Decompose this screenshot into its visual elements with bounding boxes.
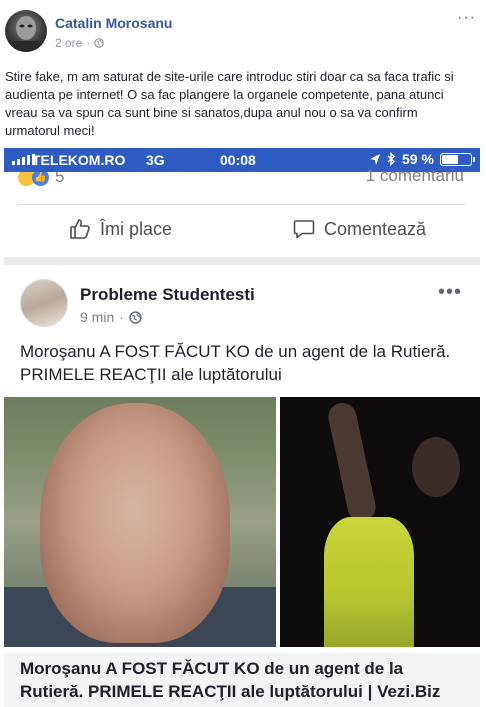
photo-face [40, 403, 230, 643]
battery-level [441, 154, 458, 164]
globe-icon [129, 310, 142, 324]
bluetooth-icon [387, 152, 396, 166]
post-header: Catalin Morosanu 2 ore · ··· [0, 0, 486, 60]
battery-icon [439, 152, 475, 166]
page-post-options-button[interactable]: ••• [438, 281, 462, 304]
shared-screenshot[interactable]: TELEKOM.RO 3G 00:08 59 % 👍 5 1 comentari… [4, 148, 480, 707]
status-time: 00:08 [220, 152, 256, 168]
battery-percent: 59 % [402, 151, 434, 167]
post-meta: 2 ore · [55, 36, 105, 50]
shared-post-card: Probleme Studentesti 9 min · ••• Moroşan… [4, 265, 480, 707]
post-options-button[interactable]: ··· [457, 9, 476, 27]
comment-count[interactable]: 1 comentariu [366, 166, 464, 186]
thumbs-up-icon [70, 219, 90, 239]
page-post-meta: 9 min · [80, 309, 142, 325]
page-avatar[interactable] [20, 279, 68, 327]
reaction-count: 5 [55, 172, 65, 186]
like-button[interactable]: Îmi place [68, 214, 172, 244]
post-caption: Stire fake, m am saturat de site-urile c… [5, 69, 454, 138]
article-photo[interactable] [4, 397, 480, 647]
status-right: 59 % [369, 151, 475, 167]
comment-bubble-icon [293, 220, 315, 239]
comment-label: Comentează [324, 218, 427, 239]
location-arrow-icon [370, 153, 380, 165]
page-post-time[interactable]: 9 min [80, 309, 114, 325]
page-name[interactable]: Probleme Studentesti [80, 285, 255, 305]
link-title[interactable]: Moroşanu A FOST FĂCUT KO de un agent de … [20, 657, 470, 703]
author-avatar[interactable] [5, 10, 47, 52]
post-time[interactable]: 2 ore [55, 36, 82, 50]
link-preview[interactable]: Moroşanu A FOST FĂCUT KO de un agent de … [4, 653, 480, 707]
shared-post-text: Moroşanu A FOST FĂCUT KO de un agent de … [20, 342, 451, 384]
meta-separator: · [86, 36, 91, 50]
network-type: 3G [146, 152, 165, 168]
like-label: Îmi place [100, 218, 173, 239]
comment-button[interactable]: Comentează [292, 214, 426, 244]
author-name[interactable]: Catalin Morosanu [55, 15, 172, 31]
like-reaction-icon: 👍 [32, 172, 49, 186]
globe-icon[interactable] [94, 38, 105, 48]
divider [18, 204, 466, 205]
carrier-name: TELEKOM.RO [32, 152, 126, 168]
photo-police-vest [324, 517, 414, 647]
reactions-card: 👍 5 1 comentariu Îmi place Comentează [4, 166, 480, 257]
battery-tip [472, 156, 475, 162]
page-meta-separator: · [119, 309, 124, 325]
reactions-summary[interactable]: 👍 5 [18, 172, 64, 188]
photo-head [412, 437, 460, 497]
